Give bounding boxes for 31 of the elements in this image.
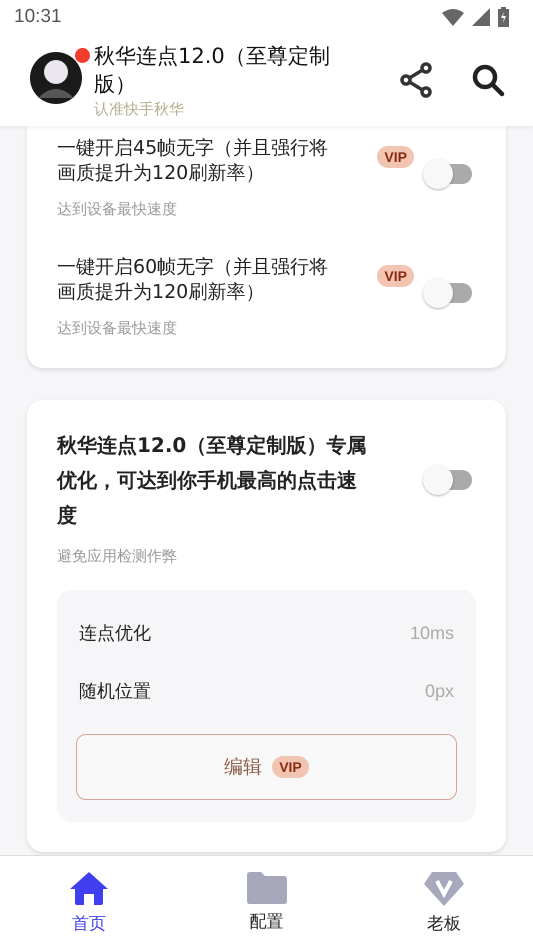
vip-tag: VIP	[377, 146, 414, 168]
avatar[interactable]	[30, 52, 82, 104]
home-icon	[70, 872, 108, 906]
option-caption: 达到设备最快速度	[57, 200, 178, 219]
nav-tab[interactable]: 老板	[355, 856, 533, 948]
nav-tab[interactable]: 配置	[178, 856, 356, 948]
param-value: 0px	[424, 680, 454, 702]
vip-tag: VIP	[272, 756, 309, 778]
edit-button[interactable]: 编辑 VIP	[76, 734, 457, 800]
nav-label: 首页	[72, 913, 106, 935]
option-caption: 达到设备最快速度	[57, 319, 178, 338]
vip-tag: VIP	[377, 265, 414, 287]
wifi-icon	[442, 8, 464, 26]
option-title: 一键开启45帧无字（并且强行将画质提升为120刷新率）	[57, 136, 330, 186]
app-subtitle: 认准快手秋华	[94, 100, 185, 118]
app-title: 秋华连点12.0（至尊定制版）	[94, 42, 331, 98]
status-time: 10:31	[14, 6, 62, 28]
feature-caption: 避免应用检测作弊	[57, 547, 178, 566]
signal-icon	[472, 8, 490, 26]
option-title: 一键开启60帧无字（并且强行将画质提升为120刷新率）	[57, 255, 330, 305]
folder-icon	[246, 872, 286, 904]
battery-icon	[498, 7, 509, 27]
param-label: 连点优化	[79, 622, 151, 645]
gem-icon	[424, 872, 464, 906]
nav-label: 老板	[427, 913, 462, 935]
edit-label: 编辑	[224, 755, 262, 780]
nav-label: 配置	[250, 911, 284, 933]
feature-title: 秋华连点12.0（至尊定制版）专属优化，可达到你手机最高的点击速度	[57, 432, 367, 529]
param-value: 10ms	[410, 622, 454, 644]
param-label: 随机位置	[79, 680, 151, 703]
nav-tab[interactable]: 首页	[0, 856, 178, 948]
